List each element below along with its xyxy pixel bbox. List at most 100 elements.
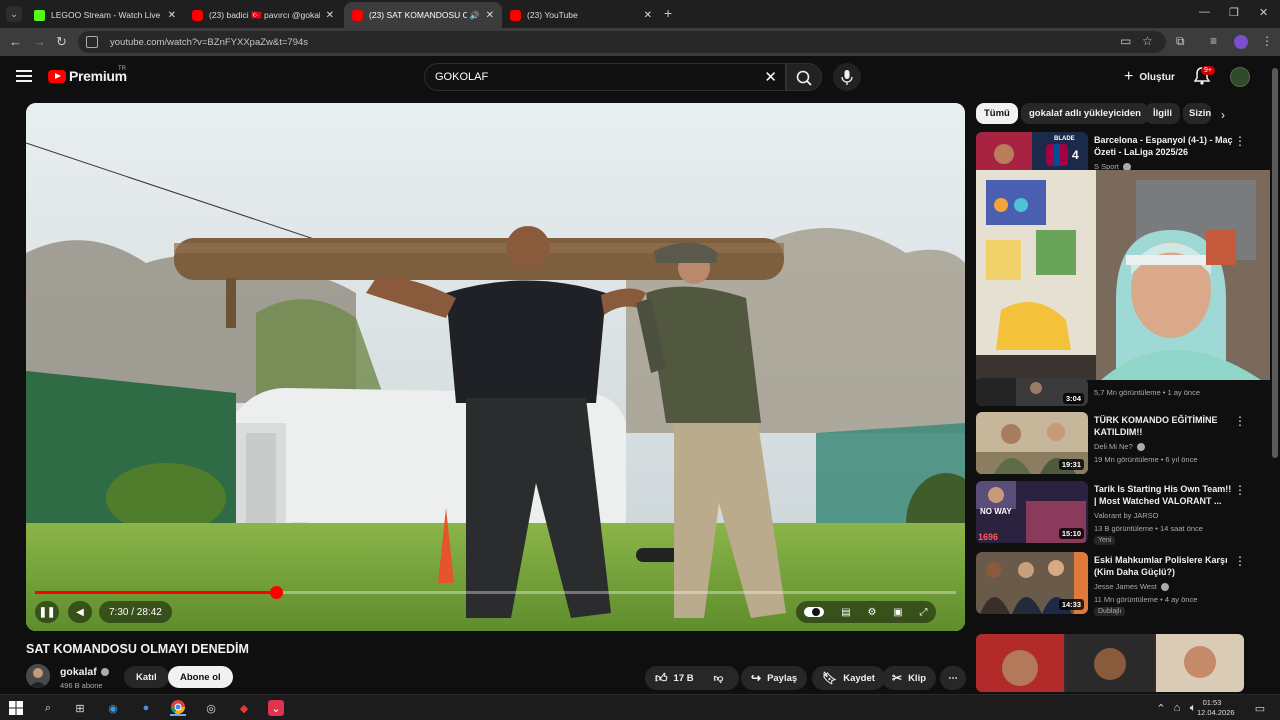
share-button[interactable]: ↪ Paylaş (741, 666, 808, 690)
chips-next-icon[interactable]: › (1221, 108, 1225, 122)
bookmark-star-icon[interactable]: ☆ (1142, 34, 1153, 48)
subtitles-icon[interactable]: ▤ (841, 607, 850, 618)
cast-icon[interactable]: ▭ (1120, 34, 1131, 48)
subscribe-button[interactable]: Abone ol (168, 666, 233, 688)
hamburger-menu-icon[interactable] (16, 70, 32, 82)
minimize-icon[interactable]: — (1199, 6, 1210, 18)
network-icon[interactable]: ⌂ (1169, 700, 1185, 716)
rec-channel[interactable]: Jesse James West (1094, 582, 1169, 592)
recommendation-item[interactable]: 14:33 Eski Mahkumlar Polislere Karşı (Ki… (976, 552, 1256, 616)
create-button[interactable]: + Oluştur (1114, 64, 1185, 90)
close-tab-icon[interactable]: ✕ (326, 10, 334, 21)
join-button[interactable]: Katıl (124, 666, 169, 688)
back-icon[interactable]: ← (9, 34, 22, 49)
rec-title[interactable]: Tarik Is Starting His Own Team!! | Most … (1094, 483, 1234, 507)
search-button[interactable] (786, 63, 822, 91)
progress-bar[interactable] (35, 586, 956, 599)
app-icon[interactable]: ● (138, 700, 154, 716)
app-pocket-icon[interactable]: ⌄ (268, 700, 284, 716)
recommendation-item[interactable]: 19:31 TÜRK KOMANDO EĞİTİMİNE KATILDIM!! … (976, 412, 1256, 474)
tray-overflow-icon[interactable]: ⌃ (1153, 700, 1169, 716)
steam-icon[interactable]: ◉ (105, 700, 121, 716)
more-vertical-icon[interactable]: ⋮ (1234, 483, 1246, 497)
chip-from-uploader[interactable]: gokalaf adlı yükleyiciden (1021, 103, 1149, 124)
site-info-icon[interactable] (86, 36, 98, 48)
volume-button[interactable]: ◀ (68, 601, 92, 623)
address-bar[interactable]: youtube.com/watch?v=BZnFYXXpaZw&t=794s (78, 31, 1166, 53)
youtube-premium-logo[interactable]: Premium TR (48, 66, 127, 84)
dislike-icon[interactable]: 👎︎ (714, 672, 724, 684)
reload-icon[interactable]: ↻ (56, 34, 67, 50)
close-tab-icon[interactable]: ✕ (486, 10, 494, 21)
chrome-menu-icon[interactable]: ⋮ (1261, 34, 1273, 48)
restore-icon[interactable]: ❐ (1229, 6, 1239, 19)
video-thumbnail[interactable]: 14:33 (976, 552, 1088, 614)
rec-title[interactable]: TÜRK KOMANDO EĞİTİMİNE KATILDIM!! (1094, 414, 1234, 438)
forward-icon[interactable]: → (33, 34, 46, 49)
more-vertical-icon[interactable]: ⋮ (1234, 554, 1246, 568)
tab-search-dropdown-icon[interactable]: ⌄ (6, 6, 22, 22)
dubbed-badge: Dublajlı (1094, 607, 1126, 616)
search-input[interactable]: GOKOLAF ✕ (424, 63, 786, 91)
video-player[interactable]: ❚❚ ◀ 7:30 / 28:42 ▤ ⚙ ▣ ⤢ (26, 103, 965, 631)
voice-search-button[interactable] (833, 63, 861, 91)
youtube-favicon-icon (510, 9, 521, 21)
close-tab-icon[interactable]: ✕ (168, 10, 176, 21)
fullscreen-icon[interactable]: ⤢ (920, 607, 928, 618)
scrollbar-thumb[interactable] (1272, 68, 1278, 458)
clip-button[interactable]: ✂ Klip (882, 666, 937, 690)
recommendation-item[interactable]: NO WAY 1696 15:10 Tarik Is Starting His … (976, 481, 1256, 545)
like-count[interactable]: 17 B (674, 673, 694, 684)
chip-related[interactable]: İlgili (1145, 103, 1180, 124)
account-avatar[interactable] (1230, 67, 1250, 87)
browser-tab-sat-komandosu[interactable]: (23) SAT KOMANDOSU OL 🔊 ✕ (344, 2, 502, 28)
video-thumbnail[interactable]: 3:04 (976, 378, 1088, 406)
channel-avatar[interactable] (26, 664, 50, 688)
rec-channel[interactable]: Valorant by JARSO (1094, 511, 1158, 520)
page-scrollbar[interactable] (1270, 56, 1280, 694)
profile-avatar-icon[interactable] (1234, 35, 1248, 49)
progress-scrubber-handle[interactable] (269, 586, 283, 599)
channel-name[interactable]: gokalaf (60, 666, 109, 678)
more-vertical-icon[interactable]: ⋮ (1234, 414, 1246, 428)
chip-all[interactable]: Tümü (976, 103, 1018, 124)
browser-tab-badici[interactable]: (23) badici 🇹🇷 pavırcı @gokala ✕ (184, 2, 342, 28)
settings-gear-icon[interactable]: ⚙ (867, 607, 876, 618)
miniplayer-icon[interactable]: ▣ (893, 607, 902, 618)
obs-icon[interactable]: ◎ (203, 700, 219, 716)
recommendation-item[interactable]: 3:04 5,7 Mn görüntüleme • 1 ay önce (976, 378, 1256, 408)
chrome-icon[interactable] (170, 700, 186, 716)
video-thumbnail[interactable]: 19:31 (976, 412, 1088, 474)
app-red-icon[interactable]: ◆ (236, 700, 252, 716)
save-button[interactable]: 🔖︎ Kaydet (812, 666, 885, 690)
browser-tab-legoo[interactable]: LEGOO Stream - Watch Live on ✕ (26, 2, 184, 28)
recommendation-item[interactable] (976, 634, 1256, 692)
video-thumbnail[interactable]: NO WAY 1696 15:10 (976, 481, 1088, 543)
windows-start-icon[interactable] (8, 700, 24, 716)
notification-center-icon[interactable]: ▭ (1252, 700, 1268, 716)
chip-for-you[interactable]: Sizin (1183, 103, 1211, 124)
rec-title[interactable]: Eski Mahkumlar Polislere Karşı (Kim Daha… (1094, 554, 1234, 578)
video-duration: 15:10 (1058, 528, 1084, 539)
media-controls-icon[interactable]: ≡ (1210, 34, 1217, 48)
video-thumbnail[interactable] (976, 634, 1244, 692)
like-icon[interactable]: 👍︎ (655, 671, 668, 686)
system-clock[interactable]: 01:53 12.04.2026 (1197, 698, 1235, 718)
audio-playing-icon[interactable]: 🔊 (470, 11, 480, 20)
chip-label: Tümü (984, 108, 1010, 119)
rec-title[interactable]: Barcelona - Espanyol (4-1) - Maç Özeti -… (1094, 134, 1234, 158)
clear-search-icon[interactable]: ✕ (764, 68, 777, 86)
extensions-icon[interactable]: ⧉ (1176, 34, 1185, 49)
task-view-icon[interactable]: ⊞ (72, 700, 88, 716)
more-vertical-icon[interactable]: ⋮ (1234, 134, 1246, 148)
youtube-play-logo-icon (48, 69, 66, 83)
browser-tab-youtube[interactable]: (23) YouTube ✕ (502, 2, 660, 28)
new-tab-icon[interactable]: + (664, 5, 672, 21)
close-tab-icon[interactable]: ✕ (644, 10, 652, 21)
pause-button[interactable]: ❚❚ (35, 601, 59, 623)
taskbar-search-icon[interactable]: ⌕ (40, 700, 56, 716)
window-close-icon[interactable]: ✕ (1259, 6, 1268, 19)
more-actions-button[interactable]: ⋯ (940, 666, 966, 690)
rec-channel[interactable]: Deli Mi Ne? (1094, 442, 1145, 452)
autoplay-toggle-icon[interactable] (804, 607, 825, 617)
